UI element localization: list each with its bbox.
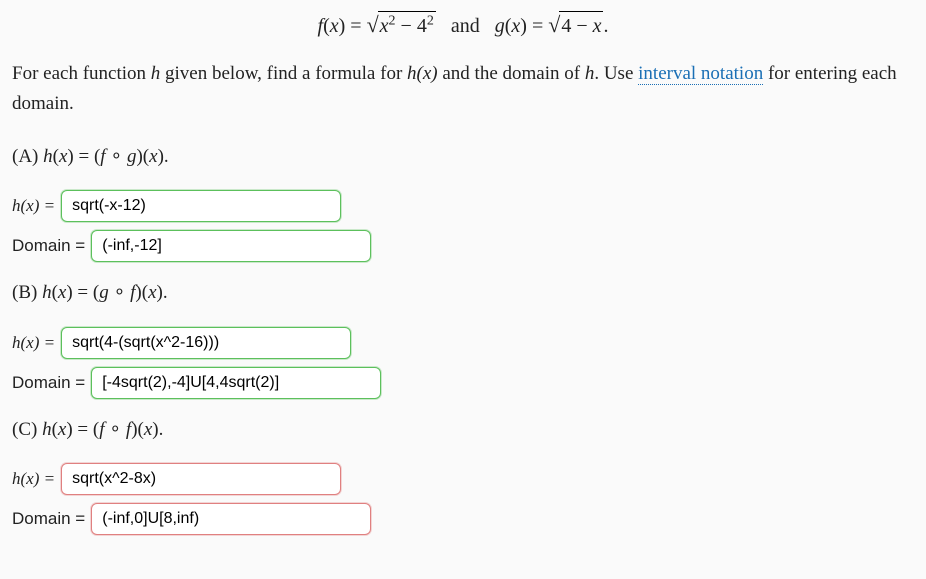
part-c-hx-input[interactable] [61,463,341,495]
part-a-domain-input[interactable] [91,230,371,262]
part-a-hx-input[interactable] [61,190,341,222]
part-b-label: (B) h(x) = (g ∘ f)(x). [12,280,914,307]
part-c: (C) h(x) = (f ∘ f)(x). h(x) = Domain = [12,417,914,536]
part-a-domain-label: Domain = [12,234,85,258]
interval-notation-link[interactable]: interval notation [638,63,763,85]
instr-mid1: given below, find a formula for [160,63,407,84]
instructions-text: For each function h given below, find a … [12,59,914,120]
instr-mid3: . Use [594,63,638,84]
part-c-hx-label: h(x) = [12,467,55,491]
instr-h2: h [585,63,595,84]
part-b-hx-input[interactable] [61,327,351,359]
instr-hx: h(x) [407,63,438,84]
instr-h: h [151,63,161,84]
part-c-label: (C) h(x) = (f ∘ f)(x). [12,417,914,444]
part-b-hx-label: h(x) = [12,331,55,355]
part-b: (B) h(x) = (g ∘ f)(x). h(x) = Domain = [12,280,914,399]
part-a-label: (A) h(x) = (f ∘ g)(x). [12,144,914,171]
part-b-domain-label: Domain = [12,371,85,395]
instr-mid2: and the domain of [438,63,585,84]
part-a: (A) h(x) = (f ∘ g)(x). h(x) = Domain = [12,144,914,263]
part-b-domain-input[interactable] [91,367,381,399]
problem-formula: f(x) = x2 − 42 and g(x) = 4 − x. [12,10,914,41]
instr-pre: For each function [12,63,151,84]
part-c-domain-label: Domain = [12,507,85,531]
part-c-domain-input[interactable] [91,503,371,535]
part-a-hx-label: h(x) = [12,194,55,218]
